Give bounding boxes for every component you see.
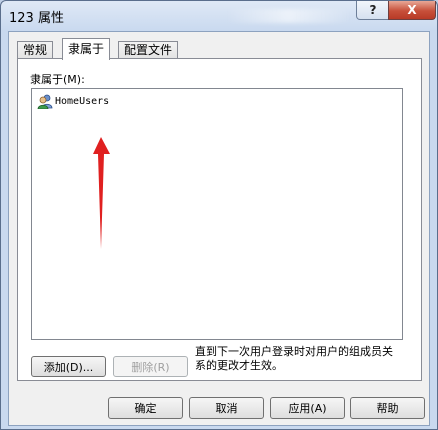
question-icon: ? (369, 3, 377, 17)
member-of-listbox[interactable]: HomeUsers (31, 88, 403, 340)
member-of-tab-page: 隶属于(M): HomeUsers 添加(D)... 删除(R) (17, 58, 422, 381)
remove-button[interactable]: 删除(R) (113, 356, 188, 377)
help-button[interactable]: 帮助 (350, 397, 425, 419)
user-group-icon (37, 94, 53, 109)
ok-button[interactable]: 确定 (108, 397, 183, 419)
group-name: HomeUsers (55, 95, 110, 107)
add-button[interactable]: 添加(D)... (31, 356, 106, 377)
apply-button[interactable]: 应用(A) (270, 397, 345, 419)
group-change-note: 直到下一次用户登录时对用户的组成员关系的更改才生效。 (195, 345, 393, 372)
window-title: 123 属性 (9, 11, 64, 26)
list-item[interactable]: HomeUsers (37, 93, 109, 109)
properties-dialog: 123 属性 ? X 常规 隶属于 配置文件 隶属于(M): HomeUsers… (0, 0, 438, 430)
tab-general[interactable]: 常规 (17, 41, 54, 59)
close-icon: X (407, 3, 417, 17)
help-title-button[interactable]: ? (356, 1, 390, 20)
blurred-title-area (226, 9, 351, 23)
tab-member-of[interactable]: 隶属于 (62, 38, 111, 60)
member-of-label: 隶属于(M): (30, 73, 85, 86)
close-button[interactable]: X (388, 1, 436, 20)
title-bar: 123 属性 ? X (1, 1, 437, 31)
dialog-client-area: 常规 隶属于 配置文件 隶属于(M): HomeUsers 添加(D)... 删… (8, 31, 430, 426)
cancel-button[interactable]: 取消 (189, 397, 264, 419)
tab-profile[interactable]: 配置文件 (118, 41, 179, 59)
